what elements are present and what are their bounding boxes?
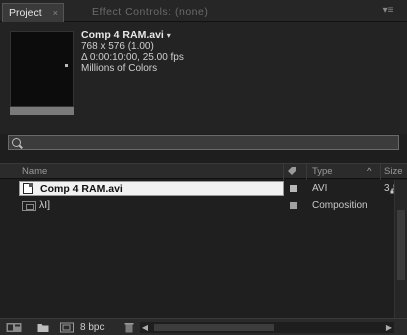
item-type: AVI [312, 183, 328, 194]
tab-effect-controls[interactable]: Effect Controls: (none) [92, 3, 208, 22]
column-size[interactable]: Size [384, 164, 402, 179]
footage-preview-area: Comp 4 RAM.avi ▾ 768 x 576 (1.00) Δ 0:00… [0, 22, 407, 134]
thumbnail-dot [65, 64, 68, 67]
item-name: Comp 4 RAM.avi [19, 181, 284, 196]
list-item[interactable]: λΙ] Composition [0, 198, 394, 213]
footage-thumbnail [10, 31, 74, 107]
trash-icon[interactable] [124, 322, 134, 333]
scroll-left-icon[interactable]: ◀ [140, 322, 150, 333]
project-item-list: Comp 4 RAM.avi AVI 3 λΙ] Composition [0, 180, 400, 318]
new-composition-icon[interactable] [60, 322, 74, 333]
sort-ascending-icon[interactable]: ^ [367, 164, 371, 179]
footage-file-icon [23, 183, 33, 194]
footage-name-dropdown[interactable]: Comp 4 RAM.avi ▾ [81, 30, 184, 41]
tab-project-label: Project [9, 7, 42, 19]
close-icon[interactable]: × [53, 4, 58, 23]
composition-icon [22, 201, 36, 211]
scroll-right-icon[interactable]: ▶ [384, 322, 394, 333]
horizontal-scroll-thumb[interactable] [154, 324, 274, 331]
bit-depth-button[interactable]: 8 bpc [80, 320, 104, 335]
footage-dimensions: 768 x 576 (1.00) [81, 41, 154, 52]
footage-colors: Millions of Colors [81, 63, 158, 74]
column-header: Name Type ^ Size [0, 163, 407, 179]
panel-menu-icon[interactable]: ▾≡ [375, 4, 401, 18]
column-type[interactable]: Type [312, 164, 333, 179]
item-type: Composition [312, 200, 368, 211]
vertical-scrollbar[interactable] [394, 180, 407, 318]
folder-icon[interactable] [37, 322, 49, 333]
footage-duration: Δ 0:00:10:00, 25.00 fps [81, 52, 184, 63]
item-name: λΙ] [39, 199, 51, 211]
panel-tab-bar: Project × Effect Controls: (none) ▾≡ [0, 0, 407, 22]
horizontal-scrollbar[interactable]: ◀ ▶ [140, 322, 394, 333]
tab-project[interactable]: Project × [2, 3, 64, 22]
footage-name: Comp 4 RAM.avi [81, 29, 164, 41]
item-size: 3 [384, 183, 390, 194]
chevron-down-icon: ▾ [166, 31, 171, 40]
label-swatch[interactable] [290, 185, 297, 192]
thumbnail-bar [10, 107, 74, 115]
search-input[interactable] [8, 135, 399, 150]
label-swatch[interactable] [290, 202, 297, 209]
label-column-icon[interactable] [287, 166, 296, 175]
panel-footer: 8 bpc ◀ ▶ [0, 318, 407, 335]
list-item[interactable]: Comp 4 RAM.avi AVI 3 [0, 181, 400, 196]
footage-info: Comp 4 RAM.avi ▾ 768 x 576 (1.00) Δ 0:00… [81, 30, 184, 75]
column-name[interactable]: Name [22, 164, 47, 179]
search-icon [12, 138, 21, 147]
vertical-scroll-thumb[interactable] [397, 210, 405, 280]
interpret-footage-icon[interactable] [6, 322, 22, 333]
